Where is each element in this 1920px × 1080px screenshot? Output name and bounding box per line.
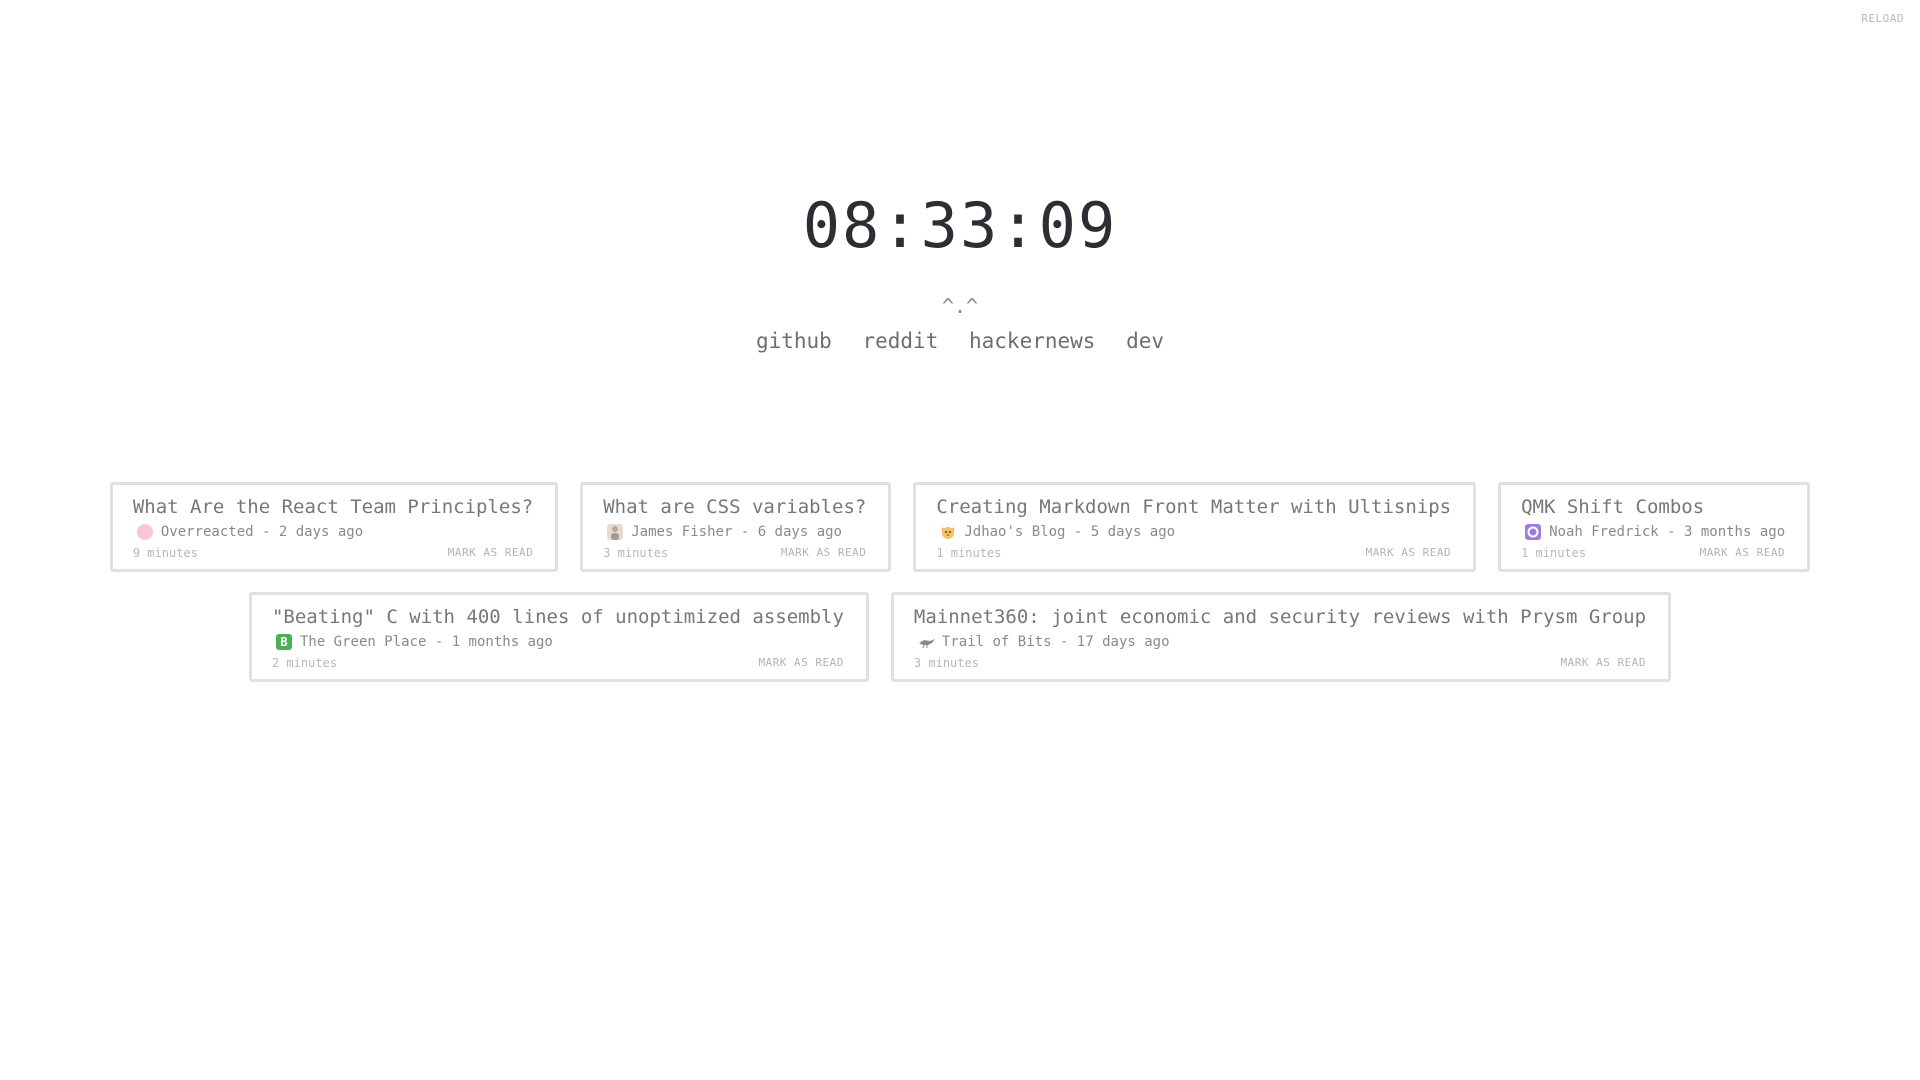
article-title[interactable]: What are CSS variables? (603, 493, 866, 521)
article-age: 6 days ago (757, 524, 842, 540)
article-footer: 3 minutes MARK AS READ (914, 653, 1646, 673)
clock: 08:33:09 (802, 189, 1118, 262)
article-title[interactable]: QMK Shift Combos (1521, 493, 1785, 521)
article-card: What Are the React Team Principles? Over… (109, 482, 559, 572)
article-title[interactable]: Creating Markdown Front Matter with Ulti… (936, 493, 1451, 521)
article-card: QMK Shift Combos Noah Fredrick - 3 month… (1498, 482, 1811, 572)
green-b-icon: B (275, 634, 292, 650)
nav-links: github reddit hackernews dev (0, 329, 1920, 353)
article-age: 2 days ago (278, 524, 364, 540)
read-time: 2 minutes (271, 656, 337, 670)
meta-separator: - (253, 524, 279, 540)
nav-link-github[interactable]: github (756, 329, 832, 353)
article-age: 17 days ago (1076, 634, 1170, 650)
article-meta: Noah Fredrick - 3 months ago (1521, 521, 1785, 543)
article-age: 1 months ago (451, 634, 553, 650)
article-card: Creating Markdown Front Matter with Ulti… (913, 482, 1477, 572)
feed-row-2: "Beating" C with 400 lines of unoptimize… (0, 592, 1920, 682)
mark-as-read-button[interactable]: MARK AS READ (1366, 543, 1451, 563)
read-time: 9 minutes (132, 546, 198, 560)
article-source: Noah Fredrick (1549, 524, 1659, 540)
article-footer: 2 minutes MARK AS READ (272, 653, 844, 673)
meta-separator: - (1658, 524, 1684, 540)
mark-as-read-button[interactable]: MARK AS READ (1561, 653, 1646, 673)
article-meta: B The Green Place - 1 months ago (272, 631, 844, 653)
bird-icon (918, 634, 935, 650)
meta-separator: - (1051, 634, 1077, 650)
article-card: "Beating" C with 400 lines of unoptimize… (248, 592, 869, 682)
article-source: James Fisher (631, 524, 733, 540)
article-source: Overreacted (160, 524, 254, 540)
nav-link-reddit[interactable]: reddit (862, 329, 938, 353)
pink-circle-icon (136, 524, 153, 540)
article-title[interactable]: Mainnet360: joint economic and security … (914, 603, 1646, 631)
read-time: 3 minutes (913, 656, 979, 670)
mark-as-read-button[interactable]: MARK AS READ (448, 543, 533, 563)
article-age: 5 days ago (1090, 524, 1176, 540)
purple-ring-icon (1525, 524, 1542, 540)
article-footer: 3 minutes MARK AS READ (603, 543, 866, 563)
mark-as-read-button[interactable]: MARK AS READ (758, 653, 843, 673)
meta-separator: - (426, 634, 452, 650)
meta-separator: - (1065, 524, 1091, 540)
article-age: 3 months ago (1683, 524, 1786, 540)
article-title[interactable]: What Are the React Team Principles? (133, 493, 533, 521)
article-meta: Trail of Bits - 17 days ago (914, 631, 1646, 653)
face-emoticon: ^.^ (941, 294, 979, 318)
article-source: The Green Place (299, 634, 427, 650)
portrait-icon (607, 524, 624, 540)
article-meta: James Fisher - 6 days ago (603, 521, 866, 543)
article-source: Trail of Bits (941, 634, 1052, 650)
read-time: 3 minutes (603, 546, 669, 560)
article-source: Jdhao's Blog (964, 524, 1066, 540)
reload-button[interactable]: RELOAD (1861, 12, 1904, 25)
article-meta: Overreacted - 2 days ago (133, 521, 533, 543)
read-time: 1 minutes (936, 546, 1002, 560)
meta-separator: - (732, 524, 758, 540)
article-footer: 1 minutes MARK AS READ (1521, 543, 1785, 563)
article-meta: Jdhao's Blog - 5 days ago (936, 521, 1451, 543)
read-time: 1 minutes (1521, 546, 1587, 560)
feed-row-1: What Are the React Team Principles? Over… (0, 482, 1920, 572)
nav-link-hackernews[interactable]: hackernews (969, 329, 1095, 353)
mark-as-read-button[interactable]: MARK AS READ (1700, 543, 1785, 563)
cat-face-icon (940, 524, 956, 540)
nav-link-dev[interactable]: dev (1126, 329, 1164, 353)
article-footer: 9 minutes MARK AS READ (133, 543, 533, 563)
page: RELOAD 08:33:09 ^.^ github reddit hacker… (0, 0, 1920, 1080)
article-card: Mainnet360: joint economic and security … (890, 592, 1672, 682)
article-footer: 1 minutes MARK AS READ (936, 543, 1451, 563)
mark-as-read-button[interactable]: MARK AS READ (781, 543, 866, 563)
article-card: What are CSS variables? James Fisher - 6… (580, 482, 892, 572)
article-title[interactable]: "Beating" C with 400 lines of unoptimize… (272, 603, 844, 631)
